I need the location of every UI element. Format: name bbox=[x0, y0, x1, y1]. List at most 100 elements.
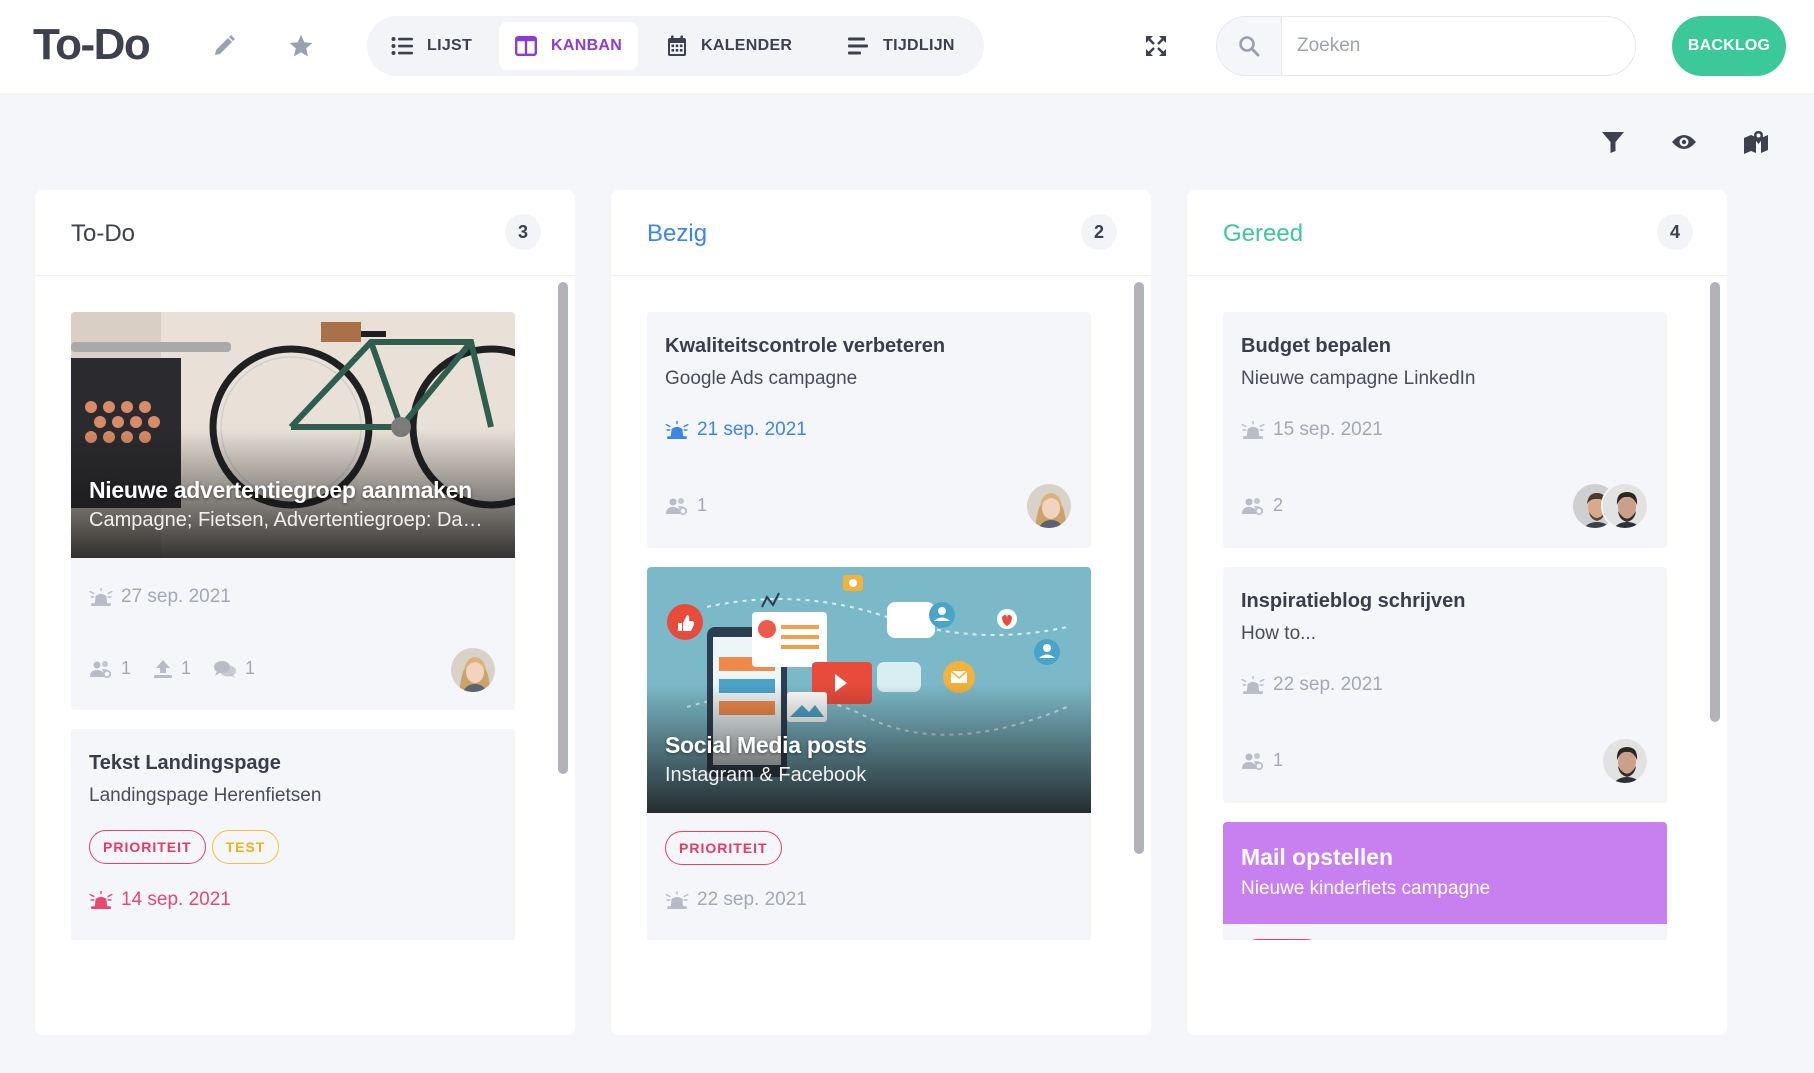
members-stat: 2 bbox=[1241, 495, 1283, 516]
search-input[interactable] bbox=[1297, 31, 1617, 61]
map-marker-icon[interactable] bbox=[1740, 126, 1772, 158]
card-date-text: 14 sep. 2021 bbox=[121, 889, 231, 910]
fullscreen-expand-icon[interactable] bbox=[1140, 30, 1172, 62]
card-tags: PRIORITEIT TEST bbox=[89, 830, 280, 864]
tab-tijdlijn[interactable]: TIJDLIJN bbox=[831, 22, 971, 70]
card-title: Nieuwe advertentiegroep aanmaken bbox=[89, 477, 472, 503]
card-stats: 1 bbox=[1241, 750, 1283, 771]
eye-icon[interactable] bbox=[1668, 126, 1700, 158]
card-assignees bbox=[1571, 482, 1649, 530]
view-switcher: LIJST KANBAN KALENDER TIJDLIJN bbox=[367, 16, 984, 76]
card-footer bbox=[1223, 924, 1667, 940]
tab-tijdlijn-label: TIJDLIJN bbox=[883, 37, 955, 54]
card-subtitle: Google Ads campagne bbox=[665, 368, 858, 389]
column-body: Budget bepalen Nieuwe campagne LinkedIn … bbox=[1187, 277, 1727, 940]
column-gereed: Gereed 4 Budget bepalen Nieuwe campagne … bbox=[1187, 190, 1727, 1035]
card-date-text: 22 sep. 2021 bbox=[697, 889, 807, 910]
calendar-icon bbox=[668, 35, 686, 56]
search-box bbox=[1216, 16, 1636, 76]
avatar[interactable] bbox=[449, 646, 497, 694]
card-stats: 2 bbox=[1241, 495, 1283, 516]
column-count-badge: 4 bbox=[1657, 214, 1693, 250]
backlog-button[interactable]: BACKLOG bbox=[1672, 16, 1786, 76]
card-date-text: 22 sep. 2021 bbox=[1273, 674, 1383, 695]
avatar[interactable] bbox=[1601, 737, 1649, 785]
task-card[interactable]: Nieuwe advertentiegroep aanmaken Campagn… bbox=[71, 312, 515, 710]
card-title: Tekst Landingspage bbox=[89, 752, 281, 774]
search-icon[interactable] bbox=[1217, 17, 1282, 75]
task-card[interactable]: Mail opstellen Nieuwe kinderfiets campag… bbox=[1223, 822, 1667, 940]
priority-tag[interactable]: PRIORITEIT bbox=[665, 831, 782, 865]
column-count-badge: 2 bbox=[1081, 214, 1117, 250]
alarm-icon bbox=[665, 421, 689, 439]
column-scrollbar[interactable] bbox=[1134, 282, 1144, 854]
card-stats: 1 bbox=[665, 495, 707, 516]
task-card[interactable]: Budget bepalen Nieuwe campagne LinkedIn … bbox=[1223, 312, 1667, 548]
card-tags: PRIORITEIT bbox=[665, 831, 782, 865]
tab-kanban-label: KANBAN bbox=[551, 37, 623, 54]
page-title: To-Do bbox=[33, 20, 151, 69]
column-count-badge: 3 bbox=[505, 214, 541, 250]
favorite-star-icon[interactable] bbox=[285, 30, 317, 62]
card-due-date: 15 sep. 2021 bbox=[1241, 419, 1383, 441]
tab-kalender-label: KALENDER bbox=[701, 37, 793, 54]
members-count: 2 bbox=[1273, 495, 1284, 515]
users-icon bbox=[1241, 497, 1265, 515]
tab-kalender[interactable]: KALENDER bbox=[651, 22, 808, 70]
column-todo: To-Do 3 Nieuwe advertentiegroep aanmaken… bbox=[35, 190, 575, 1035]
card-due-date: 21 sep. 2021 bbox=[665, 419, 807, 441]
alarm-icon bbox=[89, 588, 113, 606]
attachments-count: 1 bbox=[181, 658, 192, 678]
alarm-icon bbox=[89, 891, 113, 909]
tab-lijst[interactable]: LIJST bbox=[375, 22, 488, 70]
card-title: Social Media posts bbox=[665, 732, 867, 758]
comments-count: 1 bbox=[245, 658, 256, 678]
column-header: To-Do 3 bbox=[35, 190, 575, 276]
members-count: 1 bbox=[121, 658, 132, 678]
card-date-text: 27 sep. 2021 bbox=[121, 586, 231, 607]
filter-icon[interactable] bbox=[1597, 126, 1629, 158]
alarm-icon bbox=[665, 891, 689, 909]
card-cover-image: Social Media posts Instagram & Facebook bbox=[647, 567, 1091, 813]
task-card[interactable]: Tekst Landingspage Landingspage Herenfie… bbox=[71, 729, 515, 940]
card-subtitle: Nieuwe kinderfiets campagne bbox=[1241, 878, 1491, 899]
members-count: 1 bbox=[697, 495, 708, 515]
members-stat: 1 bbox=[89, 658, 131, 679]
column-header: Gereed 4 bbox=[1187, 190, 1727, 276]
card-title: Inspiratieblog schrijven bbox=[1241, 590, 1466, 612]
column-body: Nieuwe advertentiegroep aanmaken Campagn… bbox=[35, 277, 575, 940]
card-due-date: 27 sep. 2021 bbox=[89, 586, 231, 608]
task-card[interactable]: Social Media posts Instagram & Facebook … bbox=[647, 567, 1091, 940]
test-tag[interactable]: TEST bbox=[211, 830, 280, 864]
card-assignees bbox=[449, 646, 497, 694]
upload-icon bbox=[153, 659, 173, 679]
column-bezig: Bezig 2 Kwaliteitscontrole verbeteren Go… bbox=[611, 190, 1151, 1035]
kanban-icon bbox=[515, 36, 537, 56]
card-due-date: 22 sep. 2021 bbox=[665, 889, 807, 911]
priority-tag[interactable] bbox=[1241, 939, 1323, 940]
task-card[interactable]: Inspiratieblog schrijven How to... 22 se… bbox=[1223, 567, 1667, 803]
edit-pencil-icon[interactable] bbox=[208, 30, 240, 62]
column-scrollbar[interactable] bbox=[1710, 282, 1720, 722]
card-date-text: 15 sep. 2021 bbox=[1273, 419, 1383, 440]
comments-stat: 1 bbox=[213, 658, 255, 679]
column-body: Kwaliteitscontrole verbeteren Google Ads… bbox=[611, 277, 1151, 940]
priority-tag[interactable]: PRIORITEIT bbox=[89, 830, 206, 864]
list-icon bbox=[391, 37, 413, 55]
avatar[interactable] bbox=[1601, 482, 1649, 530]
card-subtitle: Landingspage Herenfietsen bbox=[89, 785, 322, 806]
timeline-icon bbox=[848, 37, 868, 55]
card-assignees bbox=[1601, 737, 1649, 785]
tab-kanban[interactable]: KANBAN bbox=[499, 22, 639, 70]
users-icon bbox=[665, 497, 689, 515]
card-due-date: 22 sep. 2021 bbox=[1241, 674, 1383, 696]
card-title: Mail opstellen bbox=[1241, 844, 1394, 870]
column-scrollbar[interactable] bbox=[558, 282, 568, 774]
card-subtitle: How to... bbox=[1241, 623, 1316, 644]
comments-icon bbox=[213, 659, 237, 679]
task-card[interactable]: Kwaliteitscontrole verbeteren Google Ads… bbox=[647, 312, 1091, 548]
attachments-stat: 1 bbox=[153, 658, 191, 679]
card-date-text: 21 sep. 2021 bbox=[697, 419, 807, 440]
card-title: Kwaliteitscontrole verbeteren bbox=[665, 335, 946, 357]
avatar[interactable] bbox=[1025, 482, 1073, 530]
